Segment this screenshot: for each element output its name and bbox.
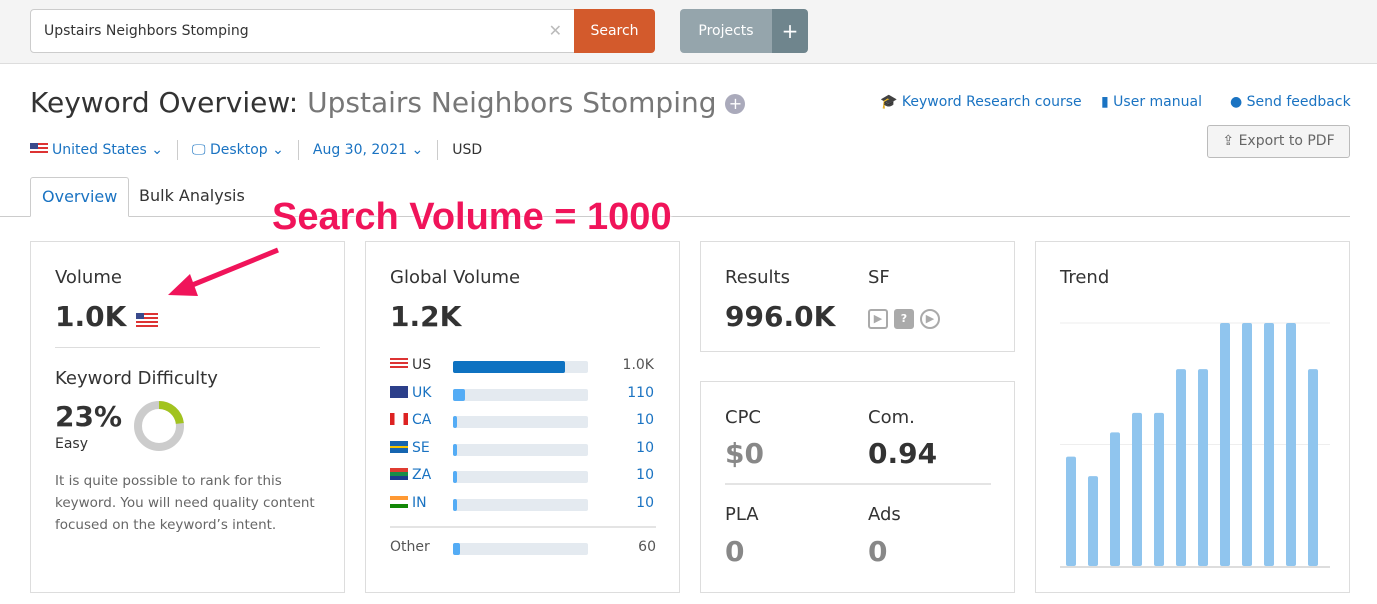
share-bar <box>453 443 588 456</box>
trend-bar[interactable] <box>1110 432 1120 566</box>
add-project-button[interactable]: + <box>772 9 808 53</box>
share-bar <box>453 388 588 401</box>
device-select[interactable]: 🖵 Desktop ⌄ <box>192 140 299 160</box>
country-select[interactable]: United States ⌄ <box>30 140 178 160</box>
trend-bar[interactable] <box>1220 323 1230 566</box>
book-icon: ▮ <box>1101 94 1109 110</box>
share-bar-fill <box>453 388 466 401</box>
chevron-down-icon: ⌄ <box>411 142 424 158</box>
annotation-text: Search Volume = 1000 <box>272 196 672 238</box>
trend-bar[interactable] <box>1066 456 1076 566</box>
share-bar-fill <box>453 543 460 555</box>
share-bar-fill <box>453 416 457 428</box>
plus-circle-icon[interactable]: + <box>725 94 746 114</box>
divider <box>55 347 320 348</box>
se-flag-icon <box>390 440 408 453</box>
trend-bar[interactable] <box>1242 323 1252 566</box>
search-input[interactable]: Upstairs Neighbors Stomping ✕ <box>30 9 575 53</box>
currency-label: USD <box>452 142 483 158</box>
trend-chart <box>1060 322 1330 568</box>
country-row-us: US 1.0K <box>390 357 654 377</box>
arrow-shaft <box>184 247 279 291</box>
share-bar <box>453 498 588 511</box>
country-link: US <box>390 357 431 373</box>
za-flag-icon <box>390 468 408 480</box>
share-bar-fill <box>453 361 566 373</box>
difficulty-donut <box>134 401 184 451</box>
trend-bar[interactable] <box>1286 323 1296 566</box>
uk-flag-icon <box>390 385 408 398</box>
us-flag-icon <box>30 143 48 155</box>
video-icon[interactable]: ▶ <box>868 309 888 329</box>
divider <box>725 483 991 485</box>
country-row-uk: UK 110 <box>390 385 654 405</box>
country-link[interactable]: SE <box>390 440 430 456</box>
page-title: Keyword Overview: Upstairs Neighbors Sto… <box>30 86 746 119</box>
ca-flag-icon <box>390 413 408 425</box>
trend-bar[interactable] <box>1198 369 1208 566</box>
chat-icon: ● <box>1230 94 1243 110</box>
annotation-arrow <box>168 247 279 296</box>
search-button[interactable]: Search <box>574 9 655 53</box>
divider <box>390 526 656 528</box>
graduation-cap-icon: 🎓 <box>880 94 898 110</box>
projects-button[interactable]: Projects <box>680 9 772 53</box>
country-row-se: SE 10 <box>390 440 654 460</box>
country-row-other: Other 60 <box>390 539 656 555</box>
share-bar-fill <box>453 443 457 456</box>
chevron-down-icon: ⌄ <box>272 142 284 158</box>
results-card: Results 996.0K SF ▶? ▶ <box>700 241 1015 352</box>
share-bar <box>453 543 588 555</box>
top-bar: Upstairs Neighbors Stomping ✕ Search Proj… <box>0 0 1377 64</box>
share-bar <box>453 416 588 428</box>
trend-bar[interactable] <box>1132 412 1142 566</box>
upload-icon: ⇪ <box>1222 133 1235 149</box>
trend-bar[interactable] <box>1308 369 1318 566</box>
filters: United States ⌄ 🖵 Desktop ⌄ Aug 30, 2021… <box>30 140 510 160</box>
trend-card: Trend <box>1035 241 1350 593</box>
country-row-ca: CA 10 <box>390 412 654 432</box>
send-feedback-link[interactable]: ● Send feedback <box>1230 94 1351 110</box>
close-icon[interactable]: ✕ <box>549 21 562 40</box>
arrow-head <box>168 274 198 296</box>
share-bar-fill <box>453 498 457 511</box>
tabs: Overview Bulk Analysis <box>0 177 1350 217</box>
play-circle-icon[interactable]: ▶ <box>920 309 940 329</box>
share-bar <box>453 361 588 373</box>
country-link[interactable]: UK <box>390 385 431 401</box>
desktop-icon: 🖵 <box>192 142 206 158</box>
country-link[interactable]: IN <box>390 495 427 511</box>
global-volume-card: Global Volume 1.2K US 1.0K UK 110 CA 10 SE 10 ZA… <box>365 241 680 593</box>
in-flag-icon <box>390 495 408 508</box>
cpc-card: CPC $0 Com. 0.94 PLA 0 Ads 0 <box>700 381 1015 593</box>
us-flag-icon <box>136 313 159 327</box>
share-bar <box>453 471 588 483</box>
user-manual-link[interactable]: ▮ User manual <box>1101 94 1202 110</box>
country-link[interactable]: CA <box>390 412 431 428</box>
us-flag-icon <box>390 358 408 370</box>
faq-icon[interactable]: ? <box>894 309 914 329</box>
volume-value: 1.0K <box>55 300 162 333</box>
trend-bar[interactable] <box>1088 476 1098 566</box>
tab-overview[interactable]: Overview <box>30 177 130 217</box>
country-row-za: ZA 10 <box>390 467 654 487</box>
country-row-in: IN 10 <box>390 495 654 515</box>
trend-bar[interactable] <box>1176 369 1186 566</box>
serp-features: ▶? ▶ <box>868 307 946 329</box>
share-bar-fill <box>453 471 457 483</box>
date-select[interactable]: Aug 30, 2021 ⌄ <box>313 140 439 160</box>
tab-bulk-analysis[interactable]: Bulk Analysis <box>128 177 256 217</box>
country-link[interactable]: ZA <box>390 467 431 483</box>
export-pdf-button[interactable]: ⇪ Export to PDF <box>1207 125 1350 158</box>
keyword-course-link[interactable]: 🎓 Keyword Research course <box>880 94 1082 110</box>
trend-bar[interactable] <box>1154 412 1164 566</box>
chevron-down-icon: ⌄ <box>151 142 163 158</box>
trend-bar[interactable] <box>1264 323 1274 566</box>
